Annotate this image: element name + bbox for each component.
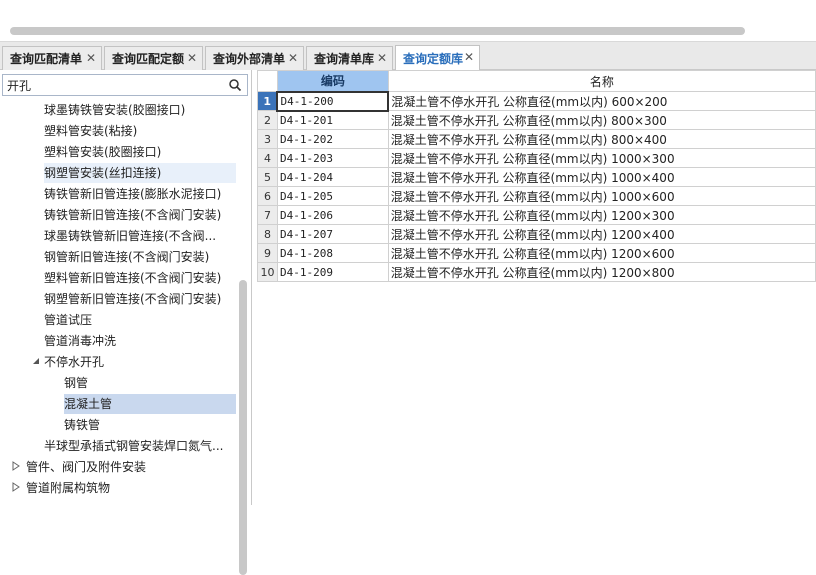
table-row[interactable]: 9 D4-1-208 混凝土管不停水开孔 公称直径(mm以内) 1200×600 bbox=[257, 243, 816, 263]
collapsed-arrow-icon[interactable] bbox=[12, 461, 20, 471]
table-row[interactable]: 6 D4-1-205 混凝土管不停水开孔 公称直径(mm以内) 1000×600 bbox=[257, 186, 816, 206]
expanded-arrow-icon[interactable] bbox=[32, 357, 40, 365]
name-cell[interactable]: 混凝土管不停水开孔 公称直径(mm以内) 1200×800 bbox=[387, 262, 816, 282]
code-cell[interactable]: D4-1-201 bbox=[276, 110, 389, 130]
tab-quota-library[interactable]: 查询定额库 ✕ bbox=[395, 45, 480, 70]
tree-item[interactable]: 铸铁管新旧管连接(膨胀水泥接口) bbox=[44, 184, 221, 204]
name-cell[interactable]: 混凝土管不停水开孔 公称直径(mm以内) 1000×300 bbox=[387, 148, 816, 168]
name-cell[interactable]: 混凝土管不停水开孔 公称直径(mm以内) 600×200 bbox=[387, 91, 816, 111]
vertical-scrollbar[interactable] bbox=[239, 280, 247, 575]
search-icon[interactable] bbox=[228, 78, 242, 92]
row-number[interactable]: 9 bbox=[257, 243, 278, 263]
table-row[interactable]: 5 D4-1-204 混凝土管不停水开孔 公称直径(mm以内) 1000×400 bbox=[257, 167, 816, 187]
tree-item[interactable]: 塑料管新旧管连接(不含阀门安装) bbox=[44, 268, 221, 288]
code-cell[interactable]: D4-1-205 bbox=[276, 186, 389, 206]
row-number[interactable]: 6 bbox=[257, 186, 278, 206]
close-icon[interactable]: ✕ bbox=[187, 51, 197, 65]
table-row[interactable]: 1 D4-1-200 混凝土管不停水开孔 公称直径(mm以内) 600×200 bbox=[257, 90, 816, 112]
column-header-code[interactable]: 编码 bbox=[276, 70, 389, 92]
tree-item[interactable]: 钢管 bbox=[64, 373, 88, 393]
name-cell[interactable]: 混凝土管不停水开孔 公称直径(mm以内) 1200×600 bbox=[387, 243, 816, 263]
row-number[interactable]: 1 bbox=[257, 91, 278, 111]
quota-table: 编码 名称 1 D4-1-200 混凝土管不停水开孔 公称直径(mm以内) 60… bbox=[257, 70, 816, 282]
quota-grid: 编码 名称 1 D4-1-200 混凝土管不停水开孔 公称直径(mm以内) 60… bbox=[257, 70, 816, 505]
tree-item[interactable]: 球墨铸铁管安装(胶圈接口) bbox=[44, 100, 185, 120]
search-input[interactable] bbox=[7, 77, 222, 93]
tree-item[interactable]: 铸铁管新旧管连接(不含阀门安装) bbox=[44, 205, 221, 225]
close-icon[interactable]: ✕ bbox=[86, 51, 96, 65]
top-toolbar-area bbox=[0, 0, 816, 42]
tab-label: 查询匹配清单 bbox=[10, 52, 83, 66]
tab-external-list[interactable]: 查询外部清单 ✕ bbox=[205, 46, 304, 70]
row-number[interactable]: 4 bbox=[257, 148, 278, 168]
name-cell[interactable]: 混凝土管不停水开孔 公称直径(mm以内) 1200×400 bbox=[387, 224, 816, 244]
tree-item[interactable]: 钢塑管新旧管连接(不含阀门安装) bbox=[44, 289, 221, 309]
name-cell[interactable]: 混凝土管不停水开孔 公称直径(mm以内) 1000×600 bbox=[387, 186, 816, 206]
name-cell[interactable]: 混凝土管不停水开孔 公称直径(mm以内) 800×300 bbox=[387, 110, 816, 130]
row-number[interactable]: 3 bbox=[257, 129, 278, 149]
horizontal-scrollbar[interactable] bbox=[10, 27, 745, 35]
tab-strip: 查询匹配清单 ✕ 查询匹配定额 ✕ 查询外部清单 ✕ 查询清单库 ✕ 查询定额库… bbox=[0, 42, 816, 70]
name-cell[interactable]: 混凝土管不停水开孔 公称直径(mm以内) 1000×400 bbox=[387, 167, 816, 187]
code-cell[interactable]: D4-1-207 bbox=[276, 224, 389, 244]
name-cell[interactable]: 混凝土管不停水开孔 公称直径(mm以内) 800×400 bbox=[387, 129, 816, 149]
collapsed-arrow-icon[interactable] bbox=[12, 482, 20, 492]
table-row[interactable]: 2 D4-1-201 混凝土管不停水开孔 公称直径(mm以内) 800×300 bbox=[257, 110, 816, 130]
close-icon[interactable]: ✕ bbox=[377, 51, 387, 65]
tab-match-quota[interactable]: 查询匹配定额 ✕ bbox=[104, 46, 203, 70]
row-number[interactable]: 7 bbox=[257, 205, 278, 225]
code-cell[interactable]: D4-1-200 bbox=[276, 90, 390, 112]
tree-item[interactable]: 管道消毒冲洗 bbox=[44, 331, 116, 351]
tree-item[interactable]: 铸铁管 bbox=[64, 415, 100, 435]
close-icon[interactable]: ✕ bbox=[464, 50, 474, 64]
row-number[interactable]: 2 bbox=[257, 110, 278, 130]
tree-item[interactable]: 塑料管安装(胶圈接口) bbox=[44, 142, 161, 162]
tree-item[interactable]: 钢管新旧管连接(不含阀门安装) bbox=[44, 247, 209, 267]
tree-item-collapsed[interactable]: 管件、阀门及附件安装 bbox=[26, 457, 146, 477]
code-cell[interactable]: D4-1-202 bbox=[276, 129, 389, 149]
tab-label: 查询匹配定额 bbox=[112, 52, 185, 66]
close-icon[interactable]: ✕ bbox=[288, 51, 298, 65]
tree-item[interactable]: 钢塑管安装(丝扣连接) bbox=[44, 163, 236, 183]
tree-item[interactable]: 球墨铸铁管新旧管连接(不含阀... bbox=[44, 226, 216, 246]
tab-match-list[interactable]: 查询匹配清单 ✕ bbox=[2, 46, 102, 70]
tree-item[interactable]: 管道试压 bbox=[44, 310, 92, 330]
row-number[interactable]: 8 bbox=[257, 224, 278, 244]
tree-item[interactable]: 半球型承插式钢管安装焊口氮气... bbox=[44, 436, 223, 456]
tab-label: 查询外部清单 bbox=[213, 52, 286, 66]
tree-item-selected[interactable]: 混凝土管 bbox=[64, 394, 236, 414]
table-row[interactable]: 10 D4-1-209 混凝土管不停水开孔 公称直径(mm以内) 1200×80… bbox=[257, 262, 816, 282]
tree-item[interactable]: 塑料管安装(粘接) bbox=[44, 121, 137, 141]
header-row: 编码 名称 bbox=[257, 70, 816, 92]
code-cell[interactable]: D4-1-204 bbox=[276, 167, 389, 187]
code-cell[interactable]: D4-1-206 bbox=[276, 205, 389, 225]
tab-list-library[interactable]: 查询清单库 ✕ bbox=[306, 46, 393, 70]
search-box bbox=[2, 74, 248, 96]
column-header-name[interactable]: 名称 bbox=[387, 70, 816, 92]
tree-item-expanded[interactable]: 不停水开孔 bbox=[44, 352, 104, 372]
tree-item-collapsed[interactable]: 管道附属构筑物 bbox=[26, 478, 110, 498]
tab-label: 查询定额库 bbox=[403, 51, 464, 66]
left-panel: 球墨铸铁管安装(胶圈接口) 塑料管安装(粘接) 塑料管安装(胶圈接口) 钢塑管安… bbox=[0, 70, 252, 575]
code-cell[interactable]: D4-1-209 bbox=[276, 262, 389, 282]
corner-cell[interactable] bbox=[257, 70, 278, 92]
tree-view: 球墨铸铁管安装(胶圈接口) 塑料管安装(粘接) 塑料管安装(胶圈接口) 钢塑管安… bbox=[0, 100, 238, 505]
tab-label: 查询清单库 bbox=[314, 52, 375, 66]
row-number[interactable]: 10 bbox=[257, 262, 278, 282]
table-row[interactable]: 7 D4-1-206 混凝土管不停水开孔 公称直径(mm以内) 1200×300 bbox=[257, 205, 816, 225]
code-cell[interactable]: D4-1-203 bbox=[276, 148, 389, 168]
table-row[interactable]: 8 D4-1-207 混凝土管不停水开孔 公称直径(mm以内) 1200×400 bbox=[257, 224, 816, 244]
code-cell[interactable]: D4-1-208 bbox=[276, 243, 389, 263]
name-cell[interactable]: 混凝土管不停水开孔 公称直径(mm以内) 1200×300 bbox=[387, 205, 816, 225]
row-number[interactable]: 5 bbox=[257, 167, 278, 187]
table-row[interactable]: 3 D4-1-202 混凝土管不停水开孔 公称直径(mm以内) 800×400 bbox=[257, 129, 816, 149]
table-row[interactable]: 4 D4-1-203 混凝土管不停水开孔 公称直径(mm以内) 1000×300 bbox=[257, 148, 816, 168]
